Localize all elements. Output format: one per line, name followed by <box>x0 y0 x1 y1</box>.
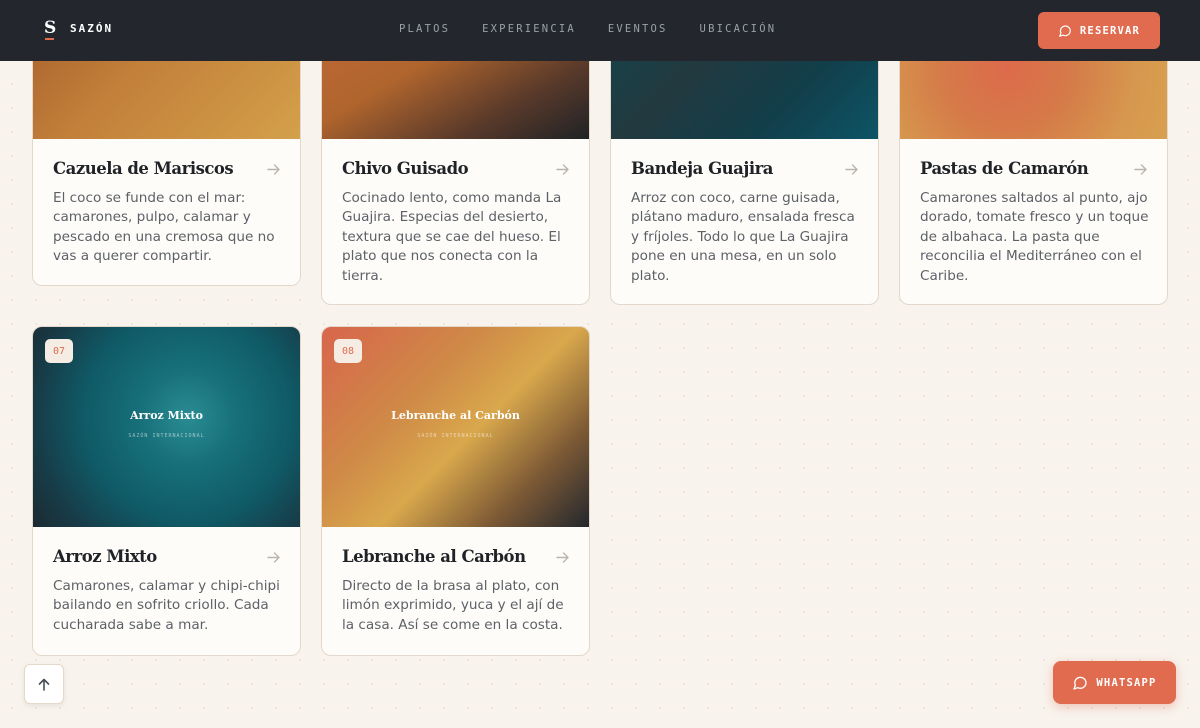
dish-image: 08 Lebranche al Carbón SAZÓN INTERNACION… <box>322 327 589 527</box>
brand-mark: S <box>44 18 57 40</box>
arrow-up-icon <box>38 678 50 691</box>
dish-title: Lebranche al Carbón <box>342 547 526 566</box>
dish-card-lebranche-al-carbon[interactable]: 08 Lebranche al Carbón SAZÓN INTERNACION… <box>321 326 590 656</box>
scroll-to-top-button[interactable] <box>24 664 64 704</box>
dish-title: Cazuela de Mariscos <box>53 159 234 178</box>
dish-title: Chivo Guisado <box>342 159 469 178</box>
dish-number-badge: 07 <box>45 339 73 363</box>
arrow-right-icon[interactable] <box>845 164 858 175</box>
image-subcaption: SAZÓN INTERNACIONAL <box>417 433 494 439</box>
card-body: Lebranche al Carbón Directo de la brasa … <box>322 527 589 655</box>
brand-logo[interactable]: S SAZÓN <box>44 18 114 40</box>
top-navigation-bar: S SAZÓN PLATOS EXPERIENCIA EVENTOS UBICA… <box>0 0 1200 61</box>
dish-title: Arroz Mixto <box>53 547 157 566</box>
arrow-right-icon[interactable] <box>556 552 569 563</box>
image-caption: Arroz Mixto <box>130 409 203 422</box>
nav-link-eventos[interactable]: EVENTOS <box>608 23 668 35</box>
whatsapp-label: WHATSAPP <box>1096 676 1157 689</box>
chat-bubble-icon <box>1059 24 1071 37</box>
card-body: Chivo Guisado Cocinado lento, como manda… <box>322 139 589 304</box>
dish-description: Arroz con coco, carne guisada, plátano m… <box>631 190 855 284</box>
card-body: Bandeja Guajira Arroz con coco, carne gu… <box>611 139 878 304</box>
card-body: Arroz Mixto Camarones, calamar y chipi-c… <box>33 527 300 655</box>
nav-link-platos[interactable]: PLATOS <box>399 23 450 35</box>
image-subcaption: SAZÓN INTERNACIONAL <box>128 433 205 439</box>
dish-title: Bandeja Guajira <box>631 159 773 178</box>
dish-number-badge: 08 <box>334 339 362 363</box>
reserve-label: RESERVAR <box>1079 24 1141 37</box>
dish-image: 07 Arroz Mixto SAZÓN INTERNACIONAL <box>33 327 300 527</box>
dish-description: El coco se funde con el mar: camarones, … <box>53 190 275 265</box>
image-caption: Lebranche al Carbón <box>391 409 520 422</box>
brand-name: SAZÓN <box>70 22 114 35</box>
reserve-button[interactable]: RESERVAR <box>1038 12 1160 49</box>
card-body: Pastas de Camarón Camarones saltados al … <box>900 139 1167 304</box>
main-nav: PLATOS EXPERIENCIA EVENTOS UBICACIÓN <box>399 23 808 35</box>
card-body: Cazuela de Mariscos El coco se funde con… <box>33 139 300 285</box>
dish-description: Cocinado lento, como manda La Guajira. E… <box>342 190 562 284</box>
arrow-right-icon[interactable] <box>267 164 280 175</box>
arrow-right-icon[interactable] <box>1134 164 1147 175</box>
nav-link-experiencia[interactable]: EXPERIENCIA <box>482 23 576 35</box>
dish-description: Camarones, calamar y chipi-chipi bailand… <box>53 578 280 633</box>
dish-description: Camarones saltados al punto, ajo dorado,… <box>920 190 1149 284</box>
arrow-right-icon[interactable] <box>556 164 569 175</box>
dish-title: Pastas de Camarón <box>920 159 1089 178</box>
chat-bubble-icon <box>1073 676 1088 690</box>
dish-card-arroz-mixto[interactable]: 07 Arroz Mixto SAZÓN INTERNACIONAL Arroz… <box>32 326 301 656</box>
arrow-right-icon[interactable] <box>267 552 280 563</box>
whatsapp-button[interactable]: WHATSAPP <box>1053 661 1176 704</box>
dish-description: Directo de la brasa al plato, con limón … <box>342 578 564 633</box>
nav-link-ubicacion[interactable]: UBICACIÓN <box>700 23 777 35</box>
